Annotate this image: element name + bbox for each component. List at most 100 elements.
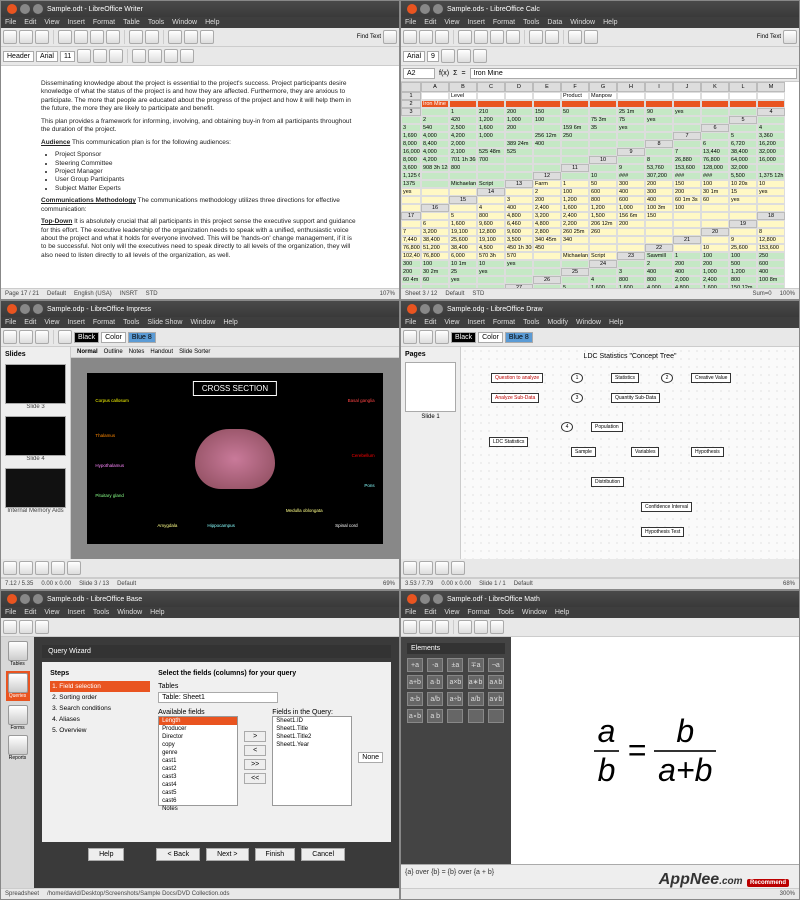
cell[interactable]: 10 — [701, 244, 729, 252]
col-header[interactable]: H — [617, 82, 645, 92]
cell[interactable]: 6,460 — [505, 220, 533, 228]
line-color-select[interactable]: Black — [74, 332, 99, 343]
list-item[interactable]: Director — [159, 733, 237, 741]
cell[interactable] — [757, 204, 785, 212]
draw-canvas[interactable]: LDC Statistics "Concept Tree" Question t… — [461, 347, 799, 559]
cell[interactable]: Iron Mine — [421, 100, 449, 108]
row-header[interactable]: 18 — [757, 212, 785, 220]
cell[interactable] — [477, 172, 505, 180]
cell[interactable]: 200 — [701, 260, 729, 268]
cell[interactable]: 25 — [449, 268, 477, 276]
menu-tools[interactable]: Tools — [123, 319, 139, 326]
cell[interactable]: Product — [561, 92, 589, 100]
cell[interactable]: 4,800 — [505, 212, 533, 220]
row-header[interactable]: 19 — [729, 220, 757, 228]
cell[interactable]: 76,800 — [401, 244, 421, 252]
row-header[interactable]: 4 — [757, 108, 785, 116]
cell[interactable]: 1,200 — [561, 196, 589, 204]
arrow-icon[interactable] — [3, 561, 17, 575]
cell[interactable] — [673, 124, 701, 132]
tab-outline[interactable]: Outline — [104, 349, 123, 355]
cell[interactable]: 75 3m — [589, 116, 617, 124]
cell[interactable]: 400 — [617, 188, 645, 196]
maximize-icon[interactable] — [33, 304, 43, 314]
cell[interactable]: 800 — [645, 276, 673, 284]
cell[interactable]: 12,800 — [477, 228, 505, 236]
bold-icon[interactable] — [441, 49, 455, 63]
cell[interactable] — [477, 92, 505, 100]
row-header[interactable]: 5 — [729, 116, 757, 124]
menu-view[interactable]: View — [44, 609, 59, 616]
row-header[interactable]: 17 — [401, 212, 421, 220]
cell[interactable]: 38,400 — [449, 244, 477, 252]
cell[interactable]: 420 — [449, 116, 477, 124]
list-item[interactable]: Notes — [159, 805, 237, 813]
cell[interactable]: 2,400 — [561, 212, 589, 220]
cell[interactable]: 260 25m — [561, 228, 589, 236]
cell[interactable]: 9,600 — [505, 228, 533, 236]
next-button[interactable]: Next > — [206, 848, 248, 861]
cell[interactable]: 100 3m — [645, 204, 673, 212]
menu-view[interactable]: View — [444, 609, 459, 616]
wizard-step[interactable]: 2. Sorting order — [50, 692, 150, 703]
find-text-label[interactable]: Find Text — [757, 34, 781, 40]
cell[interactable]: 4 — [589, 276, 617, 284]
list-item[interactable]: cast5 — [159, 789, 237, 797]
paste-icon[interactable] — [506, 30, 520, 44]
cell[interactable]: 5,500 — [729, 172, 757, 180]
cell[interactable]: 4,500 — [477, 244, 505, 252]
arrow-icon[interactable] — [403, 561, 417, 575]
cell[interactable]: 3,600 — [401, 164, 421, 172]
cell[interactable]: 389 24m — [505, 140, 533, 148]
rect-icon[interactable] — [35, 561, 49, 575]
cell[interactable]: 150 — [673, 180, 701, 188]
minimize-icon[interactable] — [20, 304, 30, 314]
cell[interactable] — [561, 140, 589, 148]
cell[interactable] — [477, 196, 505, 204]
cancel-button[interactable]: Cancel — [301, 848, 345, 861]
status-zoom[interactable]: 300% — [780, 891, 795, 897]
palette-item[interactable]: -a — [427, 658, 443, 672]
cell[interactable]: 64,000 — [729, 156, 757, 164]
cell[interactable]: 76,800 — [701, 156, 729, 164]
cell[interactable] — [645, 228, 673, 236]
cell[interactable]: 10 — [757, 180, 785, 188]
cell[interactable]: 570 3h — [477, 252, 505, 260]
cell[interactable] — [477, 100, 505, 108]
cell[interactable]: 5 — [729, 132, 757, 140]
open-icon[interactable] — [19, 620, 33, 634]
menu-edit[interactable]: Edit — [424, 319, 436, 326]
menu-help[interactable]: Help — [205, 19, 219, 26]
cell[interactable] — [421, 108, 449, 116]
menu-modify[interactable]: Modify — [547, 319, 568, 326]
cell[interactable]: Script — [589, 252, 617, 260]
open-icon[interactable] — [419, 330, 433, 344]
new-icon[interactable] — [403, 330, 417, 344]
cell[interactable]: 200 — [645, 180, 673, 188]
cell[interactable] — [477, 164, 505, 172]
find-text-label[interactable]: Find Text — [357, 34, 381, 40]
list-item[interactable]: cast1 — [159, 757, 237, 765]
cell[interactable]: 3 — [617, 268, 645, 276]
cell[interactable] — [449, 284, 477, 288]
help-button[interactable]: Help — [88, 848, 124, 861]
wizard-step[interactable]: 3. Search conditions — [50, 703, 150, 714]
cell[interactable]: 4,800 — [533, 220, 561, 228]
chart-icon[interactable] — [184, 30, 198, 44]
palette-item[interactable]: a/b — [468, 692, 484, 706]
row-header[interactable]: 9 — [617, 148, 645, 156]
cell[interactable] — [561, 172, 589, 180]
list-item[interactable]: cast4 — [159, 781, 237, 789]
cell[interactable]: 10 — [589, 172, 617, 180]
cell[interactable] — [401, 116, 421, 124]
cell[interactable]: 60 4m — [401, 276, 421, 284]
menu-window[interactable]: Window — [570, 19, 595, 26]
minimize-icon[interactable] — [420, 594, 430, 604]
cell[interactable]: 1,375 12h 48m — [757, 172, 785, 180]
bold-icon[interactable] — [77, 49, 91, 63]
cell[interactable] — [401, 220, 421, 228]
cell[interactable]: 50 — [589, 180, 617, 188]
fx-icon[interactable]: f(x) — [439, 70, 449, 77]
cell[interactable]: 150 12m — [729, 284, 757, 288]
cell[interactable]: 50 — [561, 108, 589, 116]
